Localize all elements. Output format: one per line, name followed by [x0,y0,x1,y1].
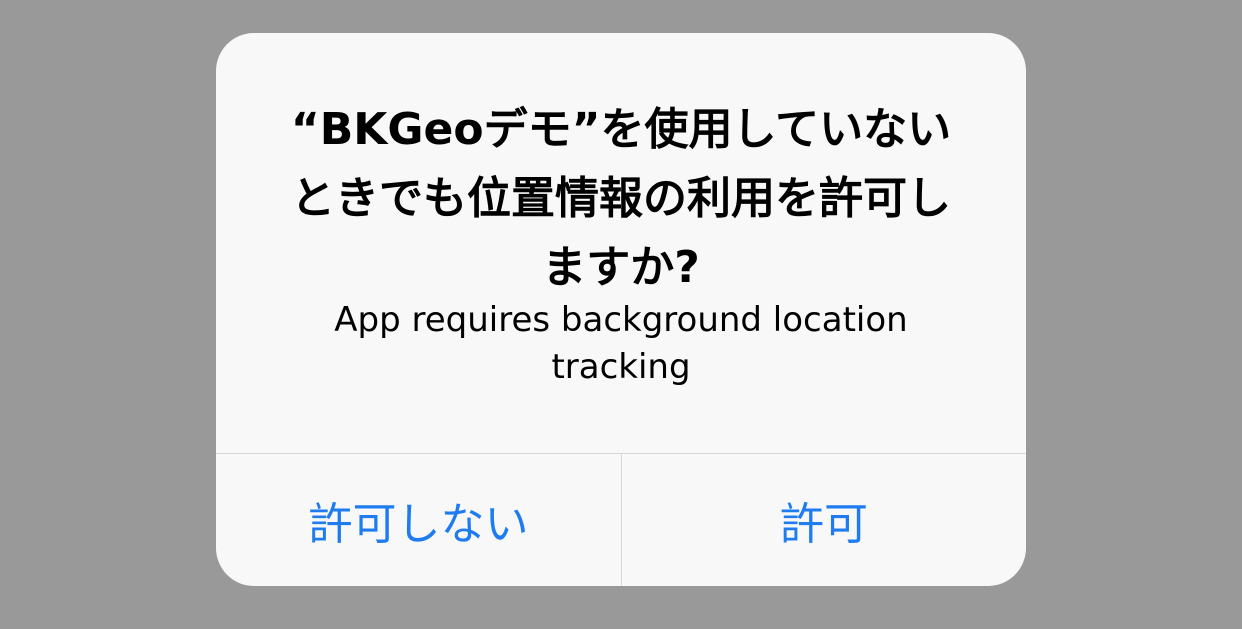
alert-content: “BKGeoデモ”を使用していないときでも位置情報の利用を許可しますか? App… [216,33,1026,486]
allow-button[interactable]: 許可 [622,454,1026,586]
alert-title: “BKGeoデモ”を使用していないときでも位置情報の利用を許可しますか? [290,104,952,293]
deny-button[interactable]: 許可しない [216,454,621,586]
location-permission-alert: “BKGeoデモ”を使用していないときでも位置情報の利用を許可しますか? App… [216,33,1026,586]
alert-message: App requires background location trackin… [334,300,908,387]
